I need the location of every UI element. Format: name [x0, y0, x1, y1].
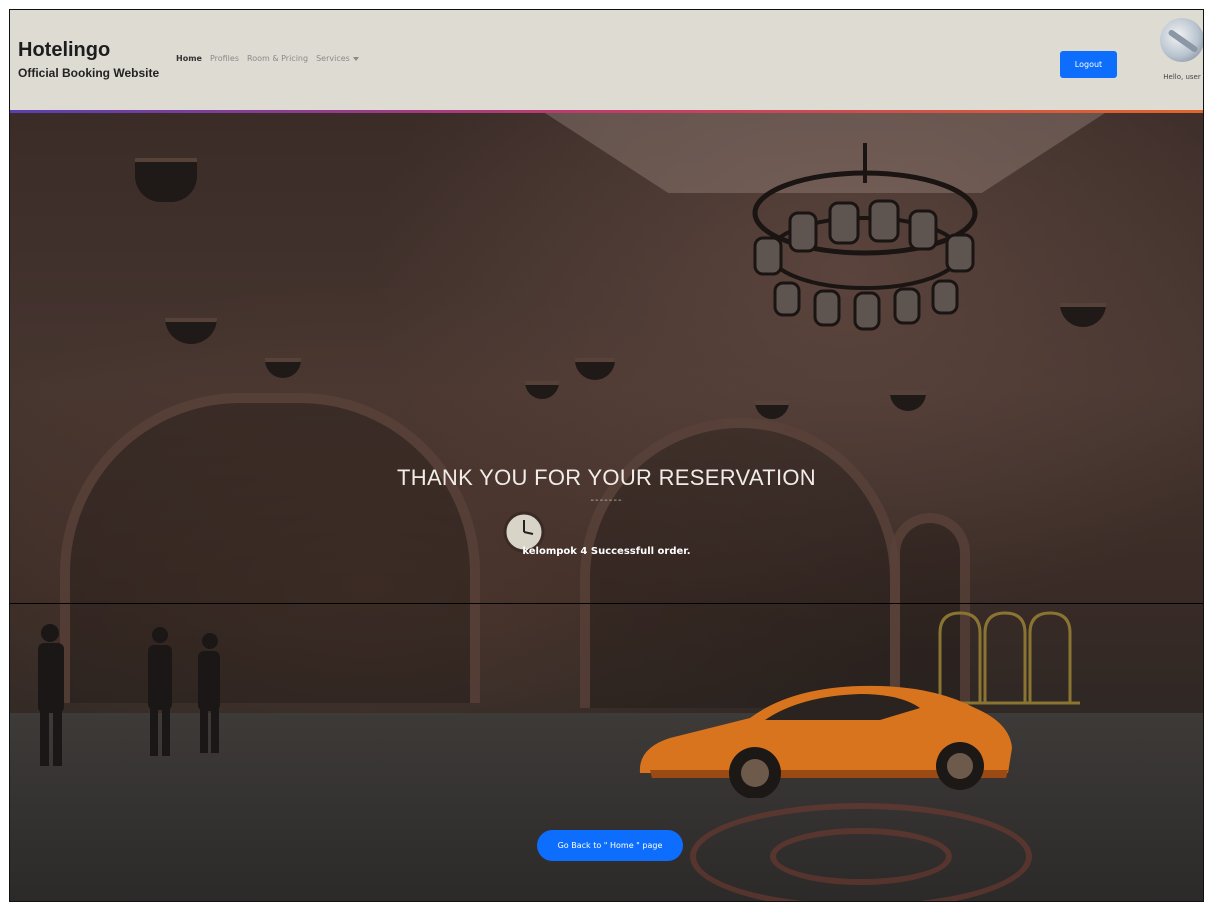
nav-link-services[interactable]: Services	[316, 54, 359, 63]
ceiling-lamp	[755, 401, 789, 419]
hero-background: THANK YOU FOR YOUR RESERVATION ------- k…	[10, 113, 1203, 901]
chandelier-icon	[752, 143, 978, 331]
ceiling-lamp	[165, 318, 217, 344]
user-greeting: Hello, user	[1163, 73, 1201, 81]
navbar: Hotelingo Official Booking Website Home …	[10, 10, 1203, 113]
nav-link-services-label: Services	[316, 54, 350, 63]
sports-car-image	[639, 685, 1012, 798]
ceiling-lamp	[265, 358, 301, 378]
ceiling-lamp	[1060, 303, 1106, 327]
people-silhouettes	[38, 624, 220, 766]
ceiling-lamp	[135, 158, 197, 202]
confirmation-message: kelompok 4 Successfull order.	[522, 546, 691, 557]
ceiling-lamp	[525, 381, 559, 399]
brand-title: Hotelingo	[18, 39, 111, 61]
browser-frame: Hotelingo Official Booking Website Home …	[9, 9, 1204, 902]
confirmation-title: THANK YOU FOR YOUR RESERVATION	[397, 465, 816, 490]
avatar-image-icon	[1167, 28, 1199, 54]
avatar[interactable]	[1160, 18, 1203, 62]
hero-divider-line	[10, 603, 1203, 604]
ceiling-lamp	[575, 358, 615, 380]
floor-pattern-inner	[770, 828, 952, 885]
nav-link-home[interactable]: Home	[176, 54, 202, 63]
brand[interactable]: Hotelingo Official Booking Website	[18, 38, 159, 80]
logout-button[interactable]: Logout	[1060, 51, 1117, 78]
brand-subtitle: Official Booking Website	[18, 66, 160, 80]
arch-center	[580, 418, 900, 708]
nav-link-profiles[interactable]: Profiles	[210, 54, 239, 63]
go-home-button[interactable]: Go Back to " Home " page	[537, 830, 683, 861]
ceiling-lamp	[890, 391, 926, 411]
title-underline: -------	[590, 495, 623, 506]
nav-link-room-pricing[interactable]: Room & Pricing	[247, 54, 308, 63]
nav-links: Home Profiles Room & Pricing Services	[176, 54, 359, 63]
caret-down-icon	[352, 56, 359, 61]
